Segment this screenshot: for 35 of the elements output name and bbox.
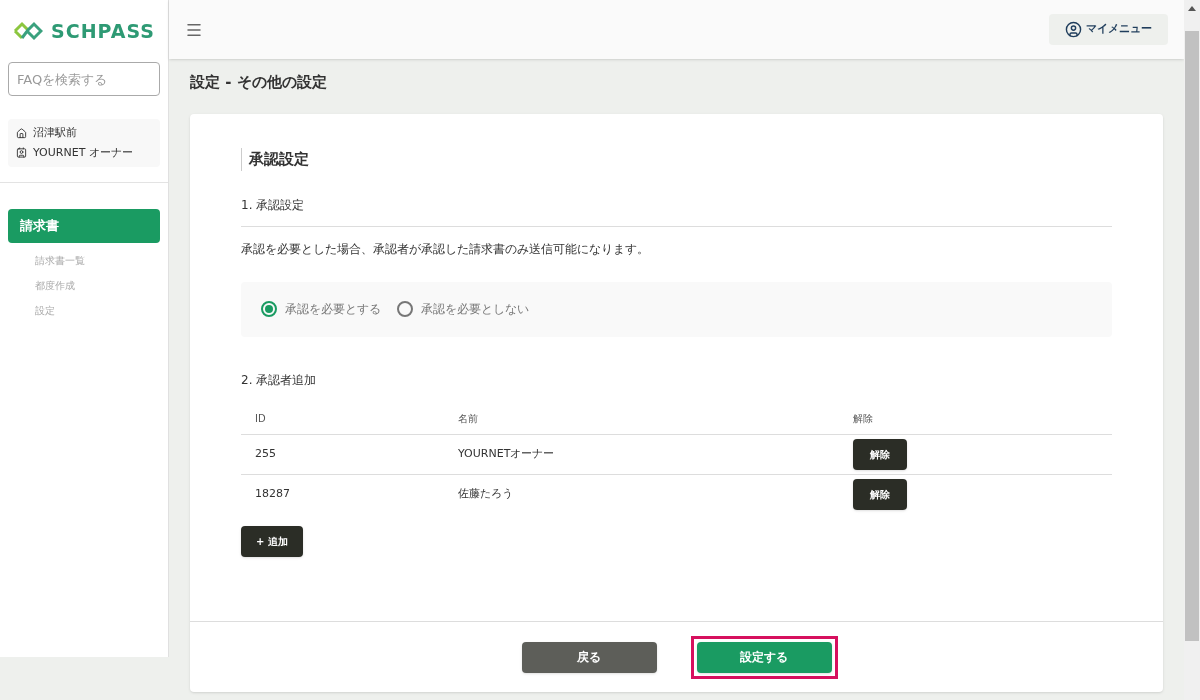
user-name: YOURNET オーナー (33, 144, 133, 161)
radio-option[interactable]: 承認を必要とする (261, 300, 381, 318)
user-icon (1065, 21, 1082, 38)
card-title: 承認設定 (241, 148, 1112, 171)
remove-button[interactable]: 解除 (853, 479, 907, 510)
section-heading: 2. 承認者追加 (241, 371, 318, 389)
my-menu-button[interactable]: マイメニュー (1049, 14, 1168, 45)
logo-icon (13, 21, 44, 41)
radio-option[interactable]: 承認を必要としない (397, 300, 529, 318)
remove-button[interactable]: 解除 (853, 438, 907, 470)
description-text: 承認を必要とした場合、承認者が承認した請求書のみ送信可能になります。 (241, 240, 650, 258)
table-cell-text: 255 (255, 445, 277, 462)
scrollbar-thumb[interactable] (1185, 31, 1199, 641)
nav-item[interactable]: 請求書 (8, 209, 160, 243)
home-icon (16, 127, 27, 139)
nav-subitem[interactable]: 都度作成 (35, 278, 168, 293)
nav-subitem[interactable]: 設定 (35, 303, 168, 318)
school-name: 沼津駅前 (33, 125, 77, 141)
section-heading: 1. 承認設定 (241, 195, 1112, 227)
logo-text: SCHPASS (51, 18, 155, 44)
search-field[interactable]: FAQを検索する (8, 62, 160, 96)
table-cell-text: 18287 (255, 486, 291, 503)
scroll-up-arrow-icon[interactable] (1188, 6, 1196, 11)
table-cell-text: YOURNETオーナー (458, 445, 556, 462)
radio-button[interactable] (261, 301, 277, 317)
back-button[interactable]: 戻る (521, 641, 657, 673)
table-cell-text: 佐藤たろう (458, 486, 514, 503)
submit-button[interactable]: 設定する (696, 641, 832, 673)
page-title: 設定 - その他の設定 (190, 72, 328, 91)
id-card-icon (16, 147, 27, 159)
radio-button[interactable] (397, 301, 413, 317)
add-button[interactable]: + 追加 (241, 525, 303, 557)
column-header: 解除 (853, 411, 874, 426)
column-header: 名前 (458, 411, 479, 426)
column-header: ID (255, 411, 267, 426)
